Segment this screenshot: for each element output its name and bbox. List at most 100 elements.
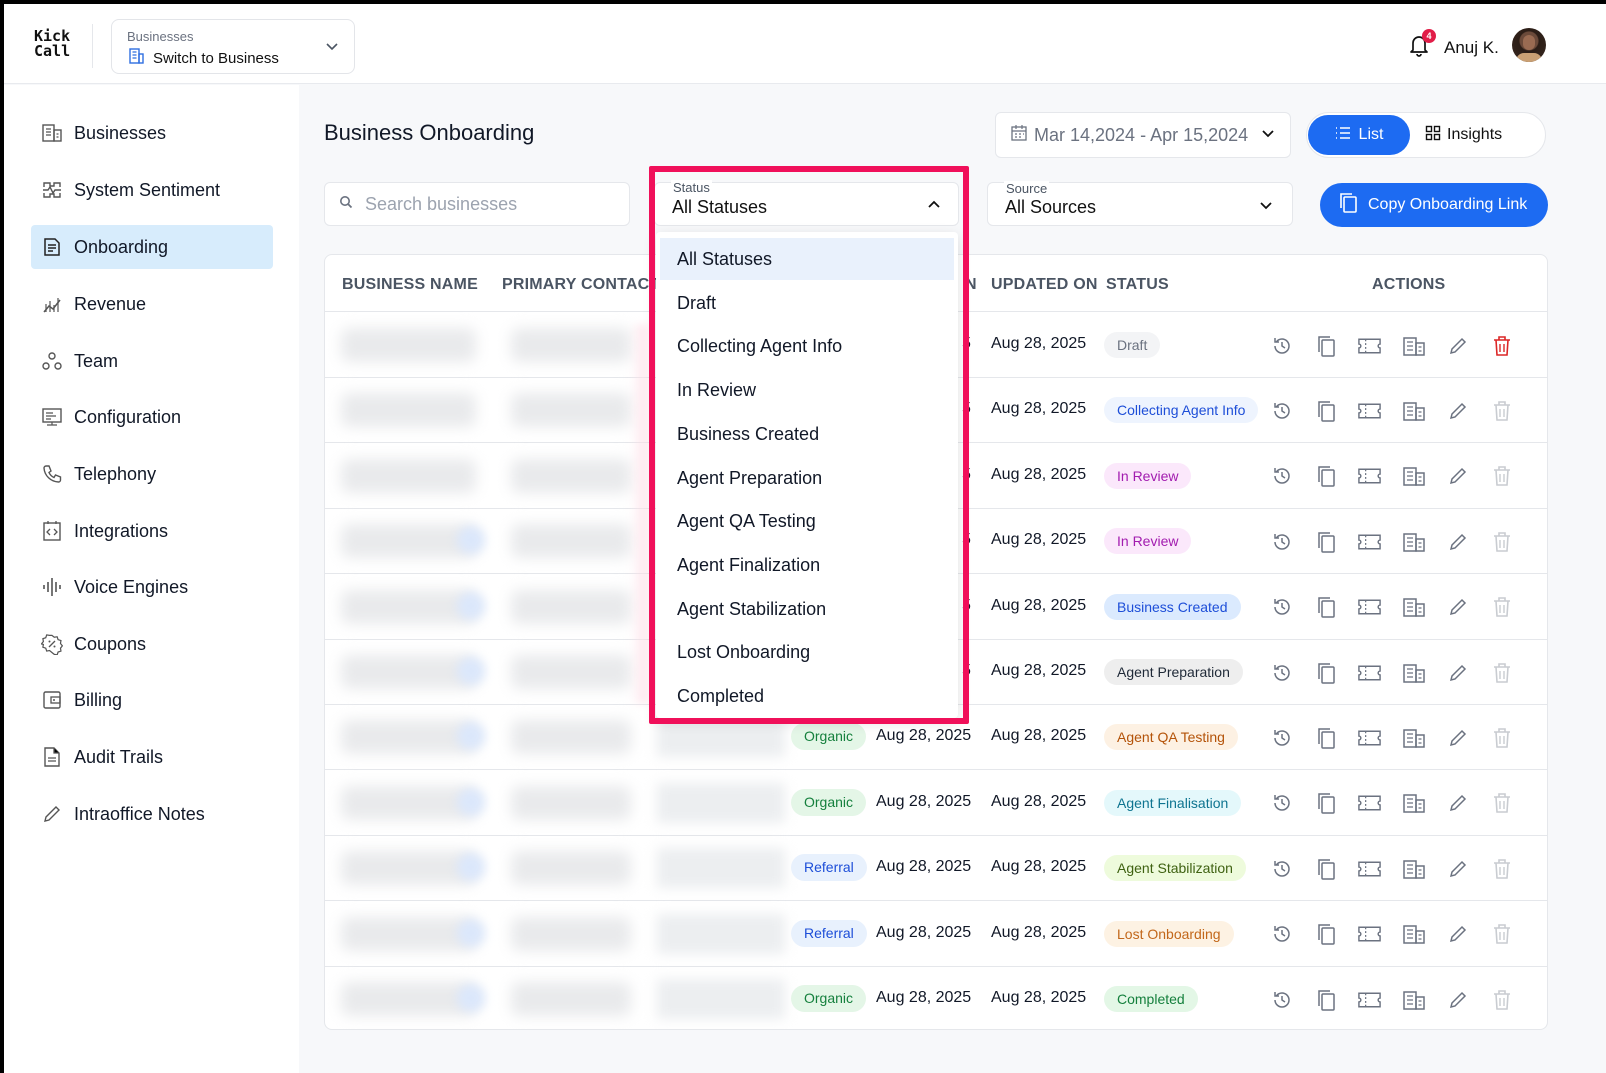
copy-onboarding-link-button[interactable]: Copy Onboarding Link: [1320, 183, 1548, 227]
status-option[interactable]: Collecting Agent Info: [660, 325, 954, 367]
sidebar-item-businesses[interactable]: Businesses: [31, 111, 273, 155]
header-updated-on[interactable]: UPDATED ON: [991, 276, 1098, 294]
copy-icon[interactable]: [1313, 856, 1338, 881]
sidebar-item-revenue[interactable]: Revenue: [31, 282, 273, 326]
history-icon[interactable]: [1269, 660, 1294, 685]
table-row[interactable]: Referral Aug 28, 2025 Aug 28, 2025 Agent St…: [325, 836, 1547, 902]
copy-icon[interactable]: [1313, 529, 1338, 554]
insights-view-button[interactable]: Insights: [1425, 115, 1535, 155]
history-icon[interactable]: [1269, 333, 1294, 358]
edit-icon[interactable]: [1445, 660, 1470, 685]
delete-icon[interactable]: [1489, 791, 1514, 816]
sidebar-item-telephony[interactable]: Telephony: [31, 452, 273, 496]
building-icon[interactable]: [1401, 922, 1426, 947]
copy-icon[interactable]: [1313, 922, 1338, 947]
delete-icon[interactable]: [1489, 922, 1514, 947]
status-option[interactable]: In Review: [660, 369, 954, 411]
delete-icon[interactable]: [1489, 464, 1514, 489]
list-view-button[interactable]: List: [1308, 115, 1410, 155]
building-icon[interactable]: [1401, 595, 1426, 620]
status-option[interactable]: Agent QA Testing: [660, 500, 954, 542]
edit-icon[interactable]: [1445, 791, 1470, 816]
date-range-picker[interactable]: Mar 14,2024 - Apr 15,2024: [995, 112, 1291, 158]
sidebar-item-onboarding[interactable]: Onboarding: [31, 225, 273, 269]
sidebar-item-billing[interactable]: Billing: [31, 678, 273, 722]
sidebar-item-intraoffice-notes[interactable]: Intraoffice Notes: [31, 792, 273, 836]
history-icon[interactable]: [1269, 922, 1294, 947]
header-created-on[interactable]: N: [965, 276, 977, 294]
header-business-name[interactable]: BUSINESS NAME: [342, 276, 478, 294]
source-filter[interactable]: Source All Sources: [987, 181, 1293, 226]
sidebar-item-system-sentiment[interactable]: System Sentiment: [31, 168, 273, 212]
sidebar-item-audit-trails[interactable]: Audit Trails: [31, 735, 273, 779]
delete-icon[interactable]: [1489, 398, 1514, 423]
sidebar-item-coupons[interactable]: Coupons: [31, 622, 273, 666]
ticket-icon[interactable]: [1357, 660, 1382, 685]
header-primary-contact[interactable]: PRIMARY CONTACT: [502, 276, 659, 294]
table-row[interactable]: Organic Aug 28, 2025 Aug 28, 2025 Agent Fin…: [325, 771, 1547, 836]
history-icon[interactable]: [1269, 856, 1294, 881]
edit-icon[interactable]: [1445, 464, 1470, 489]
status-filter[interactable]: Status All Statuses: [654, 180, 959, 226]
status-option[interactable]: Lost Onboarding: [660, 631, 954, 673]
sidebar-item-team[interactable]: Team: [31, 339, 273, 383]
building-icon[interactable]: [1401, 660, 1426, 685]
sidebar-item-integrations[interactable]: Integrations: [31, 509, 273, 553]
copy-icon[interactable]: [1313, 660, 1338, 685]
copy-icon[interactable]: [1313, 398, 1338, 423]
sidebar-item-configuration[interactable]: Configuration: [31, 395, 273, 439]
header-status[interactable]: STATUS: [1106, 276, 1169, 294]
ticket-icon[interactable]: [1357, 987, 1382, 1012]
edit-icon[interactable]: [1445, 725, 1470, 750]
building-icon[interactable]: [1401, 987, 1426, 1012]
delete-icon[interactable]: [1489, 987, 1514, 1012]
status-option[interactable]: Agent Stabilization: [660, 588, 954, 630]
ticket-icon[interactable]: [1357, 333, 1382, 358]
building-icon[interactable]: [1401, 791, 1426, 816]
history-icon[interactable]: [1269, 398, 1294, 423]
copy-icon[interactable]: [1313, 595, 1338, 620]
delete-icon[interactable]: [1489, 725, 1514, 750]
building-icon[interactable]: [1401, 529, 1426, 554]
logo[interactable]: Kick Call: [34, 29, 70, 59]
delete-icon[interactable]: [1489, 595, 1514, 620]
history-icon[interactable]: [1269, 595, 1294, 620]
history-icon[interactable]: [1269, 791, 1294, 816]
ticket-icon[interactable]: [1357, 791, 1382, 816]
user-name[interactable]: Anuj K.: [1444, 38, 1499, 58]
history-icon[interactable]: [1269, 987, 1294, 1012]
copy-icon[interactable]: [1313, 725, 1338, 750]
history-icon[interactable]: [1269, 464, 1294, 489]
search-input[interactable]: [365, 193, 615, 215]
delete-icon[interactable]: [1489, 856, 1514, 881]
history-icon[interactable]: [1269, 529, 1294, 554]
avatar[interactable]: [1512, 28, 1546, 62]
business-switcher[interactable]: Businesses Switch to Business: [111, 19, 355, 74]
history-icon[interactable]: [1269, 725, 1294, 750]
building-icon[interactable]: [1401, 464, 1426, 489]
status-option[interactable]: Completed: [660, 675, 954, 717]
copy-icon[interactable]: [1313, 333, 1338, 358]
edit-icon[interactable]: [1445, 856, 1470, 881]
status-option[interactable]: Agent Finalization: [660, 544, 954, 586]
edit-icon[interactable]: [1445, 922, 1470, 947]
ticket-icon[interactable]: [1357, 922, 1382, 947]
ticket-icon[interactable]: [1357, 595, 1382, 620]
edit-icon[interactable]: [1445, 595, 1470, 620]
status-option[interactable]: All Statuses: [660, 238, 954, 280]
copy-icon[interactable]: [1313, 791, 1338, 816]
delete-icon[interactable]: [1489, 529, 1514, 554]
building-icon[interactable]: [1401, 856, 1426, 881]
status-option[interactable]: Draft: [660, 282, 954, 324]
copy-icon[interactable]: [1313, 464, 1338, 489]
delete-icon[interactable]: [1489, 660, 1514, 685]
status-option[interactable]: Agent Preparation: [660, 457, 954, 499]
edit-icon[interactable]: [1445, 529, 1470, 554]
ticket-icon[interactable]: [1357, 464, 1382, 489]
edit-icon[interactable]: [1445, 398, 1470, 423]
table-row[interactable]: Referral Aug 28, 2025 Aug 28, 2025 Lost Onb…: [325, 902, 1547, 967]
edit-icon[interactable]: [1445, 333, 1470, 358]
copy-icon[interactable]: [1313, 987, 1338, 1012]
table-row[interactable]: Organic Aug 28, 2025 Aug 28, 2025 Completed: [325, 967, 1547, 1029]
delete-icon[interactable]: [1489, 333, 1514, 358]
